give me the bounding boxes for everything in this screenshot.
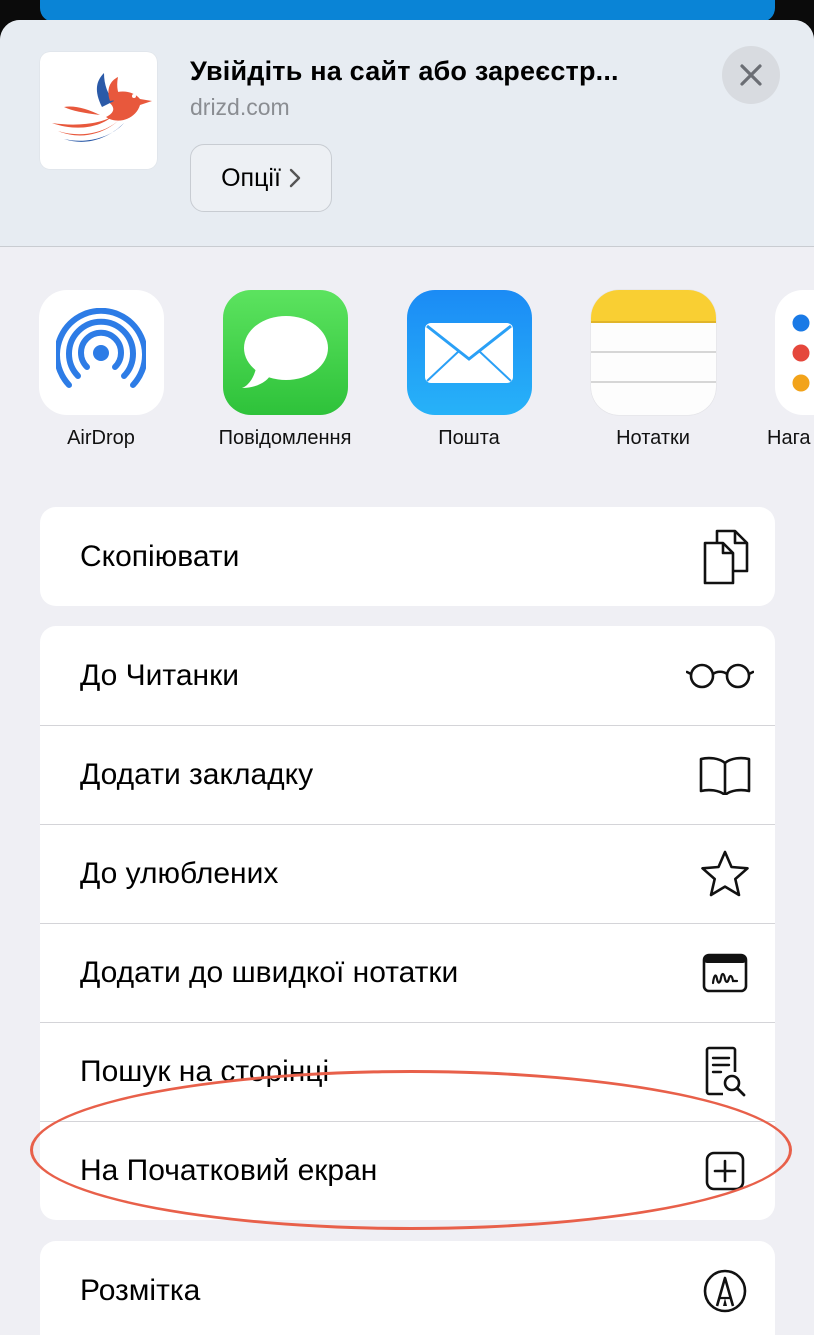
add-square-icon: [695, 1141, 755, 1201]
copy-group: Скопіювати: [40, 507, 775, 606]
options-button[interactable]: Опції: [190, 144, 332, 212]
action-add-to-home-screen[interactable]: На Початковий екран: [40, 1121, 775, 1220]
star-icon: [695, 844, 755, 904]
book-icon: [695, 745, 755, 805]
app-airdrop[interactable]: AirDrop: [31, 290, 171, 450]
mail-icon: [406, 290, 532, 415]
chevron-right-icon: [289, 168, 301, 188]
app-messages[interactable]: Повідомлення: [215, 290, 355, 450]
action-label: До улюблених: [80, 857, 279, 890]
quick-note-icon: [695, 943, 755, 1003]
markup-group: Розмітка: [40, 1241, 775, 1335]
action-favorites[interactable]: До улюблених: [40, 824, 775, 923]
action-label: На Початковий екран: [80, 1154, 378, 1187]
find-on-page-icon: [695, 1042, 755, 1102]
close-button[interactable]: [722, 46, 780, 104]
close-icon: [740, 64, 762, 86]
app-label: Нотатки: [616, 427, 690, 449]
action-reader[interactable]: До Читанки: [40, 626, 775, 725]
action-markup[interactable]: Розмітка: [40, 1241, 775, 1335]
page-title: Увійдіть на сайт або зареєстр...: [190, 56, 619, 86]
reminders-icon: [775, 290, 814, 415]
share-sheet: Увійдіть на сайт або зареєстр... drizd.c…: [0, 20, 814, 1335]
action-label: Розмітка: [80, 1273, 201, 1307]
app-label: Повідомлення: [218, 427, 352, 449]
action-label: До Читанки: [80, 658, 239, 692]
copy-icon: [695, 527, 755, 587]
action-label: Скопіювати: [80, 539, 240, 573]
app-label: Нага: [767, 427, 811, 449]
markup-icon: [695, 1261, 755, 1321]
action-copy[interactable]: Скопіювати: [40, 507, 775, 606]
action-label: Пошук на сторінці: [80, 1055, 330, 1088]
glasses-icon: [685, 646, 755, 706]
action-label: Додати до швидкої нотатки: [80, 956, 459, 989]
app-label: Пошта: [438, 427, 500, 449]
actions-group: До Читанки Додати закладку До улюблених …: [40, 626, 775, 1220]
app-share-row: AirDrop Повідомлення Пошта Нотатки Нага: [0, 290, 814, 460]
app-notes[interactable]: Нотатки: [583, 290, 723, 450]
airdrop-icon: [38, 290, 164, 415]
action-find-on-page[interactable]: Пошук на сторінці: [40, 1022, 775, 1121]
notes-icon: [590, 290, 716, 415]
share-header: Увійдіть на сайт або зареєстр... drizd.c…: [0, 20, 814, 247]
site-logo: [40, 52, 157, 169]
app-mail[interactable]: Пошта: [399, 290, 539, 450]
background-page-strip: [40, 0, 775, 22]
action-label: Додати закладку: [80, 758, 314, 791]
action-bookmark[interactable]: Додати закладку: [40, 725, 775, 824]
options-label: Опції: [221, 163, 281, 192]
app-reminders[interactable]: Нага: [767, 290, 814, 450]
app-label: AirDrop: [67, 427, 135, 449]
action-quick-note[interactable]: Додати до швидкої нотатки: [40, 923, 775, 1022]
messages-icon: [222, 290, 348, 415]
bird-logo-icon: [51, 72, 152, 142]
page-url: drizd.com: [190, 94, 290, 120]
